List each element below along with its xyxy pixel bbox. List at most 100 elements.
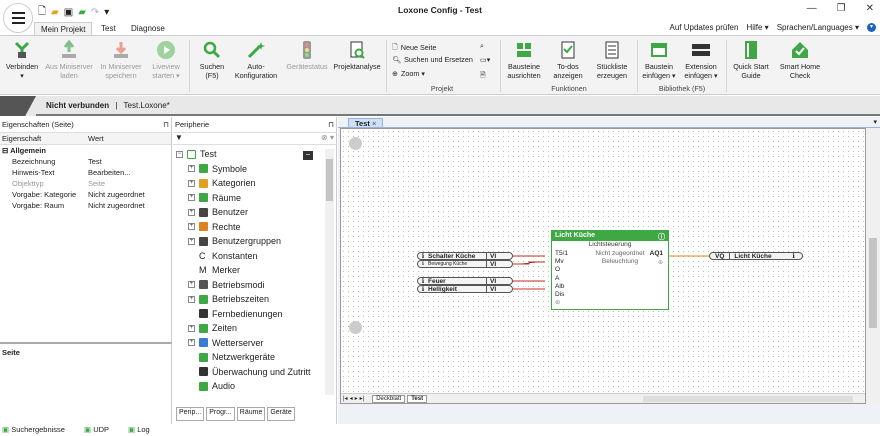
more-inputs-icon[interactable]: ⊕: [555, 299, 568, 307]
tree-item-icon: [199, 367, 208, 377]
load-from-miniserver-button[interactable]: Aus Miniserver laden: [44, 39, 94, 80]
smart-home-check-button[interactable]: Smart Home Check: [776, 39, 824, 80]
more-outputs-icon[interactable]: ⊕: [658, 259, 663, 266]
periphery-panel: Peripherie ⊓ ▼ ⊗ ▾ − Test + Symbole + Kategori…: [173, 117, 337, 424]
updates-link[interactable]: Auf Updates prüfen: [670, 23, 739, 32]
view-options-icon[interactable]: ▭▾: [480, 55, 490, 64]
tree-item[interactable]: +Fernbedienungen: [188, 307, 321, 322]
hamburger-icon: [11, 12, 25, 14]
tab-test[interactable]: Test: [95, 22, 122, 35]
quick-start-button[interactable]: Quick Start Guide: [730, 39, 772, 80]
canvas-v-scrollbar[interactable]: [866, 128, 880, 404]
window-title: Loxone Config - Test: [398, 5, 482, 15]
tree-item[interactable]: + Symbole: [188, 162, 321, 177]
section-allgemein[interactable]: ⊟ Allgemein: [0, 145, 171, 157]
prev-sheet-icon[interactable]: ◂: [350, 395, 353, 402]
tab-programme[interactable]: Progr...: [206, 407, 235, 421]
udp-tab[interactable]: ▣ UDP: [84, 425, 109, 434]
tree-item[interactable]: +MMerker: [188, 263, 321, 278]
pin-icon[interactable]: ⊓: [328, 120, 334, 129]
tree-item[interactable]: + Benutzer: [188, 205, 321, 220]
tab-raeume[interactable]: Räume: [236, 407, 266, 421]
prop-row[interactable]: Vorgabe: Kategorie Nicht zugeordnet: [0, 189, 171, 200]
list-icon: [601, 39, 623, 61]
tree-item[interactable]: + Benutzergruppen: [188, 234, 321, 249]
next-sheet-icon[interactable]: ▸: [355, 395, 358, 402]
filter-icon[interactable]: ▼: [175, 133, 183, 144]
ribbon-collapse-icon[interactable]: ▾: [867, 23, 876, 32]
show-todos-button[interactable]: To-dos anzeigen: [548, 39, 588, 80]
info-icon[interactable]: ⓘ: [658, 232, 665, 241]
project-analysis-button[interactable]: Projektanalyse: [332, 39, 382, 72]
last-sheet-icon[interactable]: ▸|: [360, 395, 365, 402]
save-to-miniserver-button[interactable]: In Miniserver speichern: [96, 39, 146, 80]
tree-item[interactable]: + Rechte: [188, 220, 321, 235]
language-menu[interactable]: Sprachen/Languages ▾: [777, 23, 859, 32]
tree-item[interactable]: + Wetterserver: [188, 336, 321, 351]
extension-icon: [690, 39, 712, 61]
tree-item[interactable]: + Kategorien: [188, 176, 321, 191]
tree-item[interactable]: +Audio: [188, 379, 321, 393]
logic-block-licht-kueche[interactable]: Licht Küche ⓘ Lichtsteuerung Nicht zugeor…: [551, 230, 669, 310]
block-output[interactable]: AQ1: [650, 250, 663, 257]
download-icon: [58, 39, 80, 61]
insert-extension-button[interactable]: Extension einfügen ▾: [680, 39, 722, 80]
tree-item-label: Überwachung und Zutritt: [212, 366, 311, 377]
tree-root[interactable]: − Test: [176, 147, 321, 162]
prop-row[interactable]: Vorgabe: Raum Nicht zugeordnet: [0, 200, 171, 211]
app-menu-button[interactable]: [3, 3, 33, 33]
tab-diagnose[interactable]: Diagnose: [125, 22, 171, 35]
tree-item[interactable]: + Betriebszeiten: [188, 292, 321, 307]
tab-mein-projekt[interactable]: Mein Projekt: [34, 22, 93, 35]
search-results-tab[interactable]: ▣ Suchergebnisse: [2, 425, 65, 434]
align-blocks-button[interactable]: Bausteine ausrichten: [504, 39, 544, 80]
clear-filter-icon[interactable]: ⊗ ▾: [321, 133, 334, 144]
new-page-button[interactable]: 🗋 Neue Seite: [392, 41, 436, 54]
log-tab[interactable]: ▣ Log: [128, 425, 150, 434]
maximize-button[interactable]: ❐: [837, 3, 846, 14]
sheet-tab-deckblatt[interactable]: Deckblatt: [372, 394, 406, 403]
canvas-h-scrollbar[interactable]: [643, 395, 853, 402]
sheet-tab-test[interactable]: Test: [407, 394, 428, 403]
tree-item[interactable]: + Zeiten: [188, 321, 321, 336]
search-button[interactable]: Suchen (F5): [196, 39, 228, 80]
minimize-button[interactable]: —: [807, 3, 817, 14]
properties-table: Eigenschaft Wert ⊟ Allgemein Bezeichnung T…: [0, 133, 171, 211]
tree-item-icon: [199, 178, 208, 188]
auto-config-button[interactable]: Auto-Konfiguration: [232, 39, 280, 80]
tree-item-icon: [199, 352, 208, 362]
analysis-icon: [346, 39, 368, 61]
prop-row[interactable]: Bezeichnung Test: [0, 156, 171, 167]
insert-block-button[interactable]: Baustein einfügen ▾: [640, 39, 678, 80]
pin-icon[interactable]: ⊓: [163, 120, 169, 129]
logic-canvas[interactable]: ℹ Schalter Küche VI ℹ Bewegung Küche VI ℹ Feu…: [340, 128, 866, 404]
output-licht-kueche[interactable]: VQ Licht Küche ℹ: [709, 252, 803, 260]
tree-item-label: Netzwerkgeräte: [212, 352, 276, 362]
prop-row[interactable]: Hinweis-Text Bearbeiten...: [0, 167, 171, 178]
search-replace-button[interactable]: 🔍︎ Suchen und Ersetzen: [392, 55, 473, 64]
document-icon[interactable]: 🗎: [480, 69, 486, 82]
collapse-all-icon[interactable]: −: [303, 151, 313, 160]
zoom-button[interactable]: ⊕ Zoom ▾: [392, 69, 425, 78]
tab-geraete[interactable]: Geräte: [267, 407, 295, 421]
tab-peripherie[interactable]: Perip...: [176, 407, 205, 421]
tree-item[interactable]: +Netzwerkgeräte: [188, 350, 321, 365]
help-menu[interactable]: Hilfe ▾: [746, 23, 768, 32]
device-status-button[interactable]: Gerätestatus: [284, 39, 330, 72]
bom-button[interactable]: Stückliste erzeugen: [592, 39, 632, 80]
liveview-button[interactable]: Liveview starten ▾: [148, 39, 184, 80]
find-icon[interactable]: ⌕: [480, 41, 484, 51]
close-button[interactable]: ✕: [866, 3, 874, 14]
group-functions-label: Funktionen: [551, 84, 587, 93]
periphery-scrollbar[interactable]: [325, 149, 334, 395]
tree-item[interactable]: +CKonstanten: [188, 249, 321, 264]
first-sheet-icon[interactable]: |◂: [343, 395, 348, 402]
tree-item[interactable]: +Überwachung und Zutritt: [188, 365, 321, 380]
connection-status: Nicht verbunden | Test.Loxone*: [46, 101, 170, 110]
tree-item-label: Betriebszeiten: [212, 294, 270, 304]
tab-dropdown-icon[interactable]: ▾: [873, 118, 877, 126]
col-property: Eigenschaft: [2, 134, 42, 143]
connect-button[interactable]: Verbinden ▾: [4, 39, 40, 80]
tree-item[interactable]: + Betriebsmodi: [188, 278, 321, 293]
tree-item[interactable]: + Räume: [188, 191, 321, 206]
